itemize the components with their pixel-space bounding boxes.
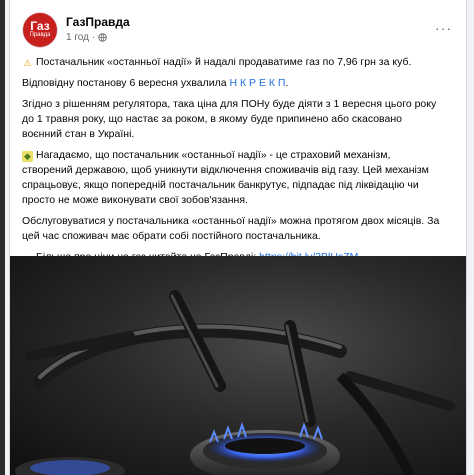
paragraph-2: Відповідну постанову 6 вересня ухвалила …: [22, 77, 289, 89]
post-image[interactable]: [10, 256, 466, 475]
post-time[interactable]: 1 год: [66, 32, 89, 43]
window-edge: [0, 0, 5, 475]
regulator-tag[interactable]: Н К Р Е К П: [230, 77, 286, 89]
more-icon[interactable]: ···: [435, 20, 452, 36]
post-meta: 1 год ·: [66, 32, 108, 43]
bell-icon: ◆: [22, 151, 33, 162]
paragraph-5: Обслуговуватися у постачальника «останнь…: [22, 215, 440, 242]
paragraph-1: ⚠ Постачальник «останньої надії» й надалі…: [23, 56, 412, 68]
post-card: Газ Правда ГазПравда 1 год · ··· ⚠ Постач…: [9, 0, 467, 475]
warning-icon: ⚠: [23, 58, 32, 68]
paragraph-4: ◆ Нагадаємо, що постачальник «останньої н…: [22, 149, 429, 206]
page-name[interactable]: ГазПравда: [66, 15, 130, 29]
gas-stove-illustration: [15, 290, 455, 475]
avatar-text: Газ: [30, 19, 50, 33]
post-text: ⚠ Постачальник «останньої надії» й надалі…: [22, 55, 442, 271]
globe-icon: [98, 33, 108, 42]
post-header: Газ Правда ГазПравда 1 год · ···: [22, 12, 452, 52]
avatar[interactable]: Газ Правда: [22, 12, 58, 48]
paragraph-3: Згідно з рішенням регулятора, така ціна …: [22, 98, 437, 140]
avatar-subtext: Правда: [29, 32, 51, 38]
